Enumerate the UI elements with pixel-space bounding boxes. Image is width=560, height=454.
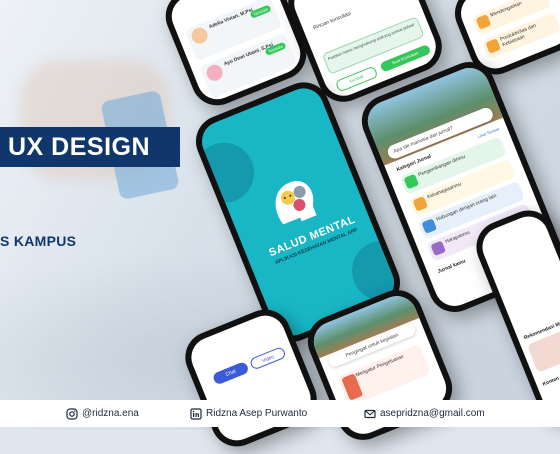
- category-icon: [430, 240, 447, 257]
- category-label: Harapanmu: [444, 229, 471, 245]
- category-icon: [412, 196, 429, 212]
- consultation-info: Rincian konsultasi: [312, 10, 353, 32]
- journal-section-title: Jurnal kamu: [437, 258, 467, 275]
- category-icon: [403, 173, 420, 190]
- banner-title: UX DESIGN: [0, 127, 180, 167]
- activity-label: Mendengarkan: [489, 0, 523, 19]
- activity-icon: [475, 14, 492, 30]
- tab-video[interactable]: Video: [248, 345, 287, 371]
- email-address: asepridzna@gmail.com: [380, 408, 485, 419]
- instagram-handle: @ridzna.ena: [82, 408, 139, 419]
- reminder-label: Mengatur Pengeluaran: [355, 353, 405, 379]
- mail-icon: [364, 409, 376, 418]
- banner-subtitle: S KAMPUS: [0, 233, 77, 249]
- consultation-note: Pastikan kamu menghubungi psikolog sesua…: [321, 16, 425, 75]
- tab-chat[interactable]: Chat: [211, 360, 250, 386]
- doctor-name: Adelia Vivian, M.Psi: [208, 7, 254, 31]
- doctor-avatar: [189, 25, 211, 47]
- brain-head-logo-icon: [275, 181, 317, 225]
- category-icon: [421, 218, 438, 234]
- instagram-icon: [66, 407, 78, 420]
- instagram-contact[interactable]: @ridzna.ena: [66, 400, 139, 427]
- footer: @ridzna.ena Ridzna Asep Purwanto aseprid…: [0, 400, 560, 427]
- doctor-avatar: [204, 62, 226, 84]
- content-section-title: Konten Salud: [541, 370, 560, 388]
- email-contact[interactable]: asepridzna@gmail.com: [364, 400, 485, 427]
- activity-label: Produktivitas dan Kebiasaan: [499, 22, 538, 49]
- doctor-status-badge: Tersedia: [249, 4, 272, 19]
- banner-title-text: UX DESIGN: [8, 132, 151, 161]
- linkedin-name: Ridzna Asep Purwanto: [206, 408, 308, 419]
- linkedin-icon: [190, 407, 202, 420]
- activity-icon: [485, 38, 501, 54]
- linkedin-contact[interactable]: Ridzna Asep Purwanto: [190, 400, 307, 427]
